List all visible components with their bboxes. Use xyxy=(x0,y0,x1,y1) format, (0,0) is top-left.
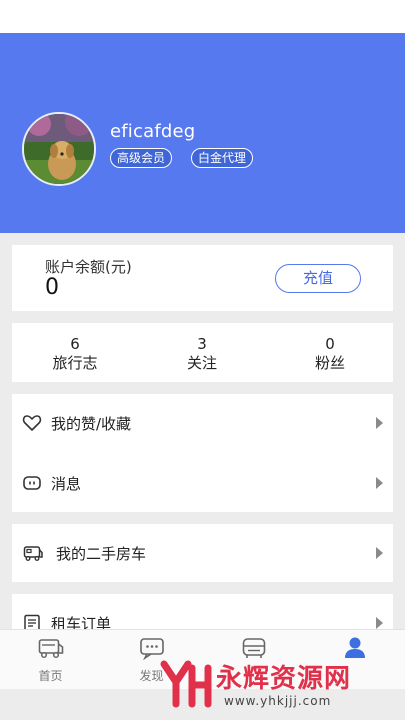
stat-count: 3 xyxy=(197,335,207,353)
menu-item-likes-favorites[interactable]: 我的赞/收藏 xyxy=(12,394,393,452)
watermark-url: www.yhkjjj.com xyxy=(224,694,332,708)
menu-group-2: 我的二手房车 xyxy=(12,524,393,582)
watermark-logo-icon xyxy=(160,660,212,708)
chevron-right-icon xyxy=(376,617,383,629)
menu-item-messages[interactable]: 消息 xyxy=(12,454,393,512)
avatar[interactable] xyxy=(22,112,96,186)
stat-label: 粉丝 xyxy=(314,354,345,372)
message-icon xyxy=(23,476,41,490)
tab-home[interactable]: 首页 xyxy=(10,630,91,690)
stats-card: 6 旅行志 3 关注 0 粉丝 xyxy=(12,323,393,382)
rv-icon xyxy=(23,546,43,561)
stat-travel-journal[interactable]: 6 旅行志 xyxy=(30,335,120,373)
chevron-right-icon xyxy=(376,547,383,559)
member-level-badge: 高级会员 xyxy=(110,148,173,168)
watermark: 永辉资源网 www.yhkjjj.com xyxy=(158,656,398,712)
username: eficafdeg xyxy=(110,121,196,142)
balance-card: 账户余额(元) 0 充值 xyxy=(12,245,393,311)
menu-group-1: 我的赞/收藏 消息 xyxy=(12,394,393,512)
heart-icon xyxy=(22,415,42,431)
stat-followers[interactable]: 0 粉丝 xyxy=(285,335,375,373)
menu-label: 我的二手房车 xyxy=(56,545,147,563)
stat-count: 6 xyxy=(70,335,80,353)
tab-label: 首页 xyxy=(38,669,63,683)
menu-item-used-rv[interactable]: 我的二手房车 xyxy=(12,524,393,582)
menu-label: 消息 xyxy=(51,475,82,493)
menu-label: 我的赞/收藏 xyxy=(51,415,132,433)
watermark-text: 永辉资源网 xyxy=(216,664,352,694)
stat-following[interactable]: 3 关注 xyxy=(157,335,247,373)
stat-count: 0 xyxy=(325,335,335,353)
rv-bus-icon xyxy=(38,639,64,659)
status-bar xyxy=(0,0,405,33)
chevron-right-icon xyxy=(376,477,383,489)
stat-label: 关注 xyxy=(186,354,217,372)
recharge-button[interactable]: 充值 xyxy=(275,264,361,293)
agent-level-badge: 白金代理 xyxy=(191,148,254,168)
stat-label: 旅行志 xyxy=(52,354,98,372)
balance-label: 账户余额(元) xyxy=(45,258,132,276)
chevron-right-icon xyxy=(376,417,383,429)
balance-value: 0 xyxy=(45,275,59,300)
